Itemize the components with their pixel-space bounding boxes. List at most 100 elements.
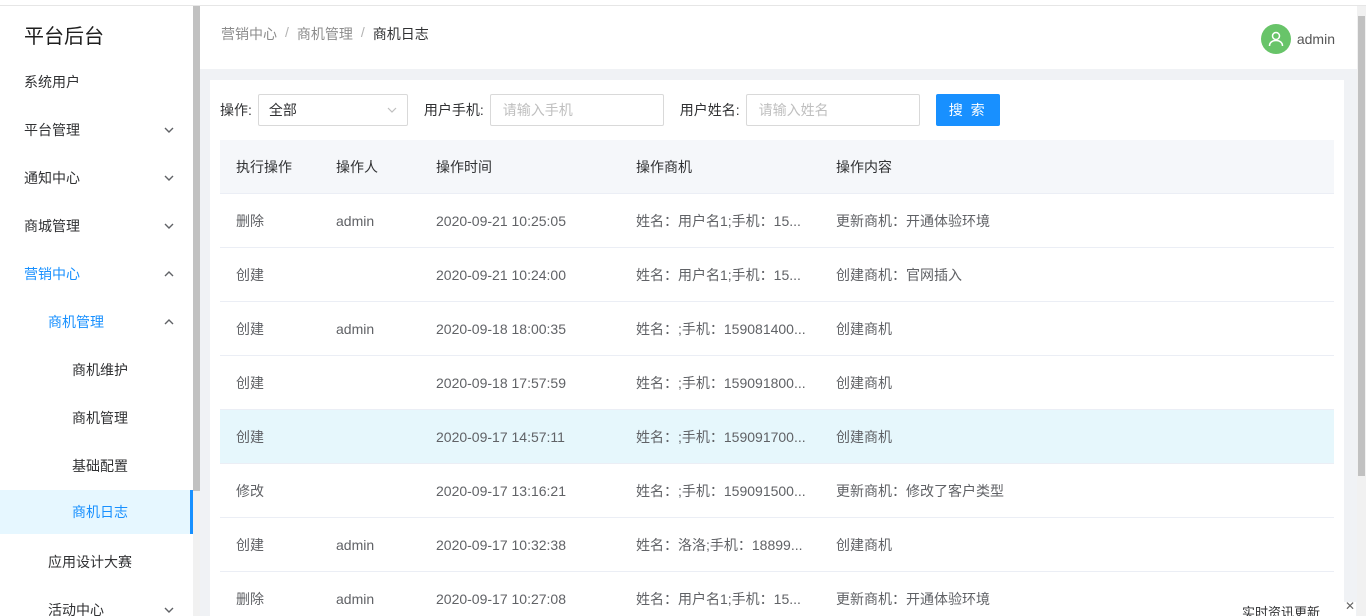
header: 营销中心 / 商机管理 / 商机日志 admin [200,6,1357,69]
sidebar-item-activity-center[interactable]: 活动中心 [0,586,193,616]
column-header-content: 操作内容 [836,158,892,175]
cell-action: 修改 [236,482,264,499]
sidebar: 平台后台 系统用户 平台管理 通知中心 商城管理 营销中心 商机管理 商机维护 … [0,6,193,616]
sidebar-item-label: 商机维护 [72,362,128,378]
name-input[interactable] [745,94,920,126]
table-row[interactable]: 删除 admin 2020-09-21 10:25:05 姓名：用户名1;手机：… [220,194,1334,248]
cell-content: 创建商机 [836,374,892,391]
cell-opportunity: 姓名：洛洛;手机：18899... [636,536,803,553]
cell-opportunity: 姓名：;手机：159091700... [636,428,806,445]
sidebar-scrollbar-thumb[interactable] [193,6,200,491]
close-icon[interactable]: ✕ [1345,599,1355,613]
cell-action: 删除 [236,590,264,607]
column-header-operator: 操作人 [336,158,378,175]
table-row[interactable]: 创建 2020-09-18 17:57:59 姓名：;手机：159091800.… [220,356,1334,410]
sidebar-item-label: 商机管理 [48,314,104,330]
content-card: 操作: 全部 用户手机: 用户姓名: 搜 索 执行操作 操作人 操作时间 操作商… [210,80,1344,616]
cell-operator: admin [336,536,375,553]
name-label: 用户姓名: [679,102,740,118]
chevron-down-icon [387,107,397,113]
breadcrumb: 营销中心 / 商机管理 / 商机日志 [221,24,429,44]
user-icon [1268,31,1284,47]
sidebar-item-label: 商机管理 [72,410,128,426]
cell-operator: admin [336,590,375,607]
sidebar-item-platform[interactable]: 平台管理 [0,106,193,154]
table-row-hovered[interactable]: 创建 2020-09-17 14:57:11 姓名：;手机：159091700.… [220,410,1334,464]
sidebar-item-basic-config[interactable]: 基础配置 [0,442,193,490]
operation-select[interactable]: 全部 [257,94,408,126]
sidebar-item-label: 营销中心 [24,266,80,282]
search-button[interactable]: 搜 索 [935,94,1000,126]
cell-action: 删除 [236,212,264,229]
avatar[interactable] [1260,24,1291,54]
cell-content: 创建商机 [836,428,892,445]
sidebar-item-opportunity-mgmt[interactable]: 商机管理 [0,298,193,346]
cell-content: 创建商机 [836,320,892,337]
main-area: 营销中心 / 商机管理 / 商机日志 admin 操作: 全部 用户手机: 用户… [200,6,1357,616]
page-scrollbar[interactable] [1357,6,1366,616]
operation-label: 操作: [220,102,252,118]
cell-action: 创建 [236,536,264,553]
username[interactable]: admin [1297,31,1335,47]
table-row[interactable]: 删除 admin 2020-09-17 10:27:08 姓名：用户名1;手机：… [220,572,1334,616]
phone-label: 用户手机: [423,102,484,118]
sidebar-item-label: 平台管理 [24,122,80,138]
cell-opportunity: 姓名：用户名1;手机：15... [636,212,801,229]
cell-action: 创建 [236,428,264,445]
sidebar-item-marketing[interactable]: 营销中心 [0,250,193,298]
phone-input[interactable] [489,94,664,126]
breadcrumb-separator: / [360,24,365,40]
sidebar-item-label: 活动中心 [48,602,104,616]
sidebar-item-system-users[interactable]: 系统用户 [0,58,193,106]
cell-time: 2020-09-21 10:25:05 [436,212,566,229]
cell-action: 创建 [236,374,264,391]
cell-operator: admin [336,320,375,337]
sidebar-item-mall[interactable]: 商城管理 [0,202,193,250]
breadcrumb-item-current: 商机日志 [372,26,429,42]
sidebar-item-label: 应用设计大赛 [48,554,132,570]
filter-bar: 操作: 全部 用户手机: 用户姓名: 搜 索 [220,94,1000,126]
sidebar-item-design-contest[interactable]: 应用设计大赛 [0,538,193,586]
cell-content: 创建商机 [836,536,892,553]
sidebar-scrollbar[interactable] [193,6,200,616]
news-float-tip[interactable]: 实时资讯更新 [1236,602,1356,616]
cell-time: 2020-09-17 14:57:11 [436,428,565,445]
chevron-up-icon [163,316,175,328]
sidebar-item-notifications[interactable]: 通知中心 [0,154,193,202]
column-header-action: 执行操作 [236,158,292,175]
sidebar-item-opportunity-management[interactable]: 商机管理 [0,394,193,442]
sidebar-item-opportunity-maintenance[interactable]: 商机维护 [0,346,193,394]
cell-content: 更新商机：修改了客户类型 [836,482,1004,499]
cell-time: 2020-09-18 18:00:35 [436,320,566,337]
table-row[interactable]: 创建 admin 2020-09-18 18:00:35 姓名：;手机：1590… [220,302,1334,356]
breadcrumb-item-opportunity-mgmt[interactable]: 商机管理 [297,24,353,44]
cell-time: 2020-09-17 10:27:08 [436,590,566,607]
cell-content: 更新商机：开通体验环境 [836,212,990,229]
sidebar-item-opportunity-log[interactable]: 商机日志 [0,490,193,534]
sidebar-item-label: 商城管理 [24,218,80,234]
cell-time: 2020-09-18 17:57:59 [436,374,566,391]
cell-operator: admin [336,212,375,229]
cell-opportunity: 姓名：;手机：159091500... [636,482,806,499]
cell-content: 创建商机：官网插入 [836,266,962,283]
sidebar-item-label: 商机日志 [72,504,128,520]
cell-time: 2020-09-17 13:16:21 [436,482,566,499]
cell-time: 2020-09-21 10:24:00 [436,266,566,283]
sidebar-item-label: 基础配置 [72,458,128,474]
cell-action: 创建 [236,320,264,337]
column-header-opportunity: 操作商机 [636,158,692,175]
breadcrumb-item-marketing[interactable]: 营销中心 [221,24,277,44]
cell-time: 2020-09-17 10:32:38 [436,536,566,553]
page-scrollbar-thumb[interactable] [1358,16,1365,476]
table-row[interactable]: 修改 2020-09-17 13:16:21 姓名：;手机：159091500.… [220,464,1334,518]
chevron-down-icon [163,172,175,184]
column-header-time: 操作时间 [436,158,492,175]
cell-opportunity: 姓名：;手机：159081400... [636,320,806,337]
breadcrumb-separator: / [285,24,289,40]
table-row[interactable]: 创建 2020-09-21 10:24:00 姓名：用户名1;手机：15... … [220,248,1334,302]
chevron-down-icon [163,124,175,136]
user-menu[interactable]: admin [1260,24,1335,54]
table-row[interactable]: 创建 admin 2020-09-17 10:32:38 姓名：洛洛;手机：18… [220,518,1334,572]
operation-select-value: 全部 [268,102,297,118]
cell-action: 创建 [236,266,264,283]
